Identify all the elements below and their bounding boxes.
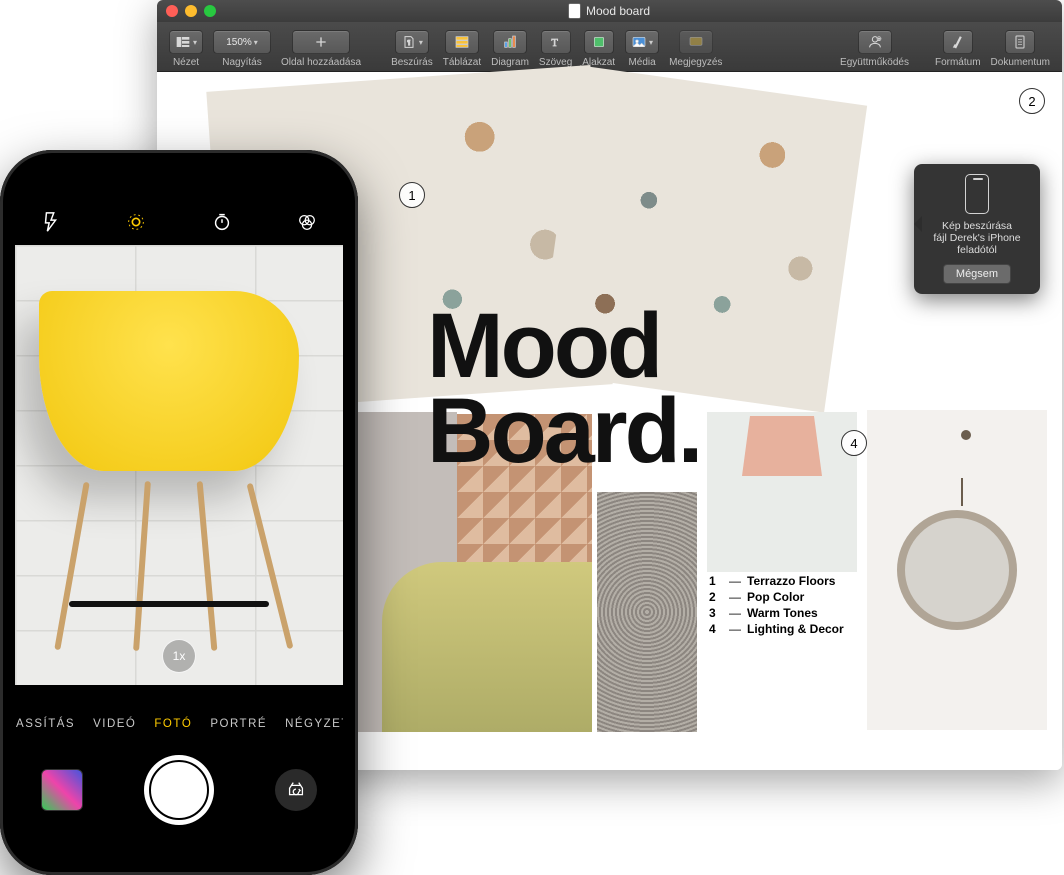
document-icon	[569, 4, 580, 18]
iphone-outline-icon	[965, 174, 989, 214]
live-photo-toggle[interactable]	[124, 210, 148, 234]
toolbar-format[interactable]: Formátum	[931, 30, 985, 68]
marker-4[interactable]: 4	[841, 430, 867, 456]
iphone-device: 1x LASSÍTÁS VIDEÓ FOTÓ PORTRÉ NÉGYZET	[0, 150, 358, 875]
mode-slomo[interactable]: LASSÍTÁS	[15, 718, 75, 730]
document-title-line1: Mood	[427, 304, 700, 389]
toolbar-add-page[interactable]: Oldal hozzáadása	[277, 30, 365, 68]
toolbar-text[interactable]: T Szöveg	[535, 30, 576, 68]
camera-bottom-controls	[15, 742, 343, 838]
toolbar-add-page-label: Oldal hozzáadása	[281, 57, 361, 68]
toolbar-view[interactable]: ▾ Nézet	[165, 30, 207, 68]
toolbar-shape[interactable]: Alakzat	[578, 30, 619, 68]
popover-text-1: Kép beszúrása	[922, 220, 1032, 232]
viewfinder-subject-chair	[29, 291, 329, 651]
toolbar-collaborate-label: Együttműködés	[840, 57, 909, 68]
toolbar-view-label: Nézet	[173, 57, 199, 68]
legend-row: 3—Warm Tones	[709, 606, 844, 620]
toolbar: ▾ Nézet 150%▾ Nagyítás Oldal hozzáadása …	[157, 22, 1062, 72]
timer-toggle[interactable]	[210, 210, 234, 234]
mode-video[interactable]: VIDEÓ	[93, 718, 136, 730]
window-controls	[166, 5, 216, 17]
toolbar-chart[interactable]: Diagram	[487, 30, 533, 68]
toolbar-zoom-label: Nagyítás	[222, 57, 261, 68]
toolbar-document[interactable]: Dokumentum	[987, 30, 1054, 68]
mode-portrait[interactable]: PORTRÉ	[210, 718, 267, 730]
flash-toggle[interactable]	[39, 210, 63, 234]
iphone-screen: 1x LASSÍTÁS VIDEÓ FOTÓ PORTRÉ NÉGYZET	[15, 165, 343, 860]
image-sofa[interactable]	[382, 562, 592, 732]
svg-text:T: T	[551, 38, 558, 49]
marker-1[interactable]: 1	[399, 182, 425, 208]
shutter-button[interactable]	[144, 755, 214, 825]
toolbar-insert[interactable]: ¶▾ Beszúrás	[387, 30, 437, 68]
last-photo-thumbnail[interactable]	[41, 769, 83, 811]
image-fur[interactable]	[597, 492, 697, 732]
marker-2[interactable]: 2	[1019, 88, 1045, 114]
minimize-window-button[interactable]	[185, 5, 197, 17]
svg-text:+: +	[877, 37, 880, 42]
window-title-text: Mood board	[586, 4, 650, 18]
mirror-ring-icon	[897, 510, 1017, 630]
filters-toggle[interactable]	[295, 210, 319, 234]
toolbar-comment-label: Megjegyzés	[669, 57, 722, 68]
legend[interactable]: 1—Terrazzo Floors 2—Pop Color 3—Warm Ton…	[709, 572, 844, 638]
window-titlebar[interactable]: Mood board	[157, 0, 1062, 22]
toolbar-chart-label: Diagram	[491, 57, 529, 68]
zoom-level-button[interactable]: 1x	[162, 639, 196, 673]
toolbar-media[interactable]: ▾ Média	[621, 30, 663, 68]
image-lamp[interactable]	[707, 412, 857, 572]
mirror-hook-icon	[961, 430, 971, 440]
zoom-window-button[interactable]	[204, 5, 216, 17]
popover-text-2: fájl Derek's iPhone	[922, 232, 1032, 244]
toolbar-comment[interactable]: Megjegyzés	[665, 30, 726, 68]
legend-row: 4—Lighting & Decor	[709, 622, 844, 636]
camera-flip-button[interactable]	[275, 769, 317, 811]
camera-viewfinder[interactable]: 1x	[15, 245, 343, 685]
close-window-button[interactable]	[166, 5, 178, 17]
mode-photo[interactable]: FOTÓ	[154, 718, 192, 730]
image-mirror[interactable]	[867, 410, 1047, 730]
toolbar-insert-label: Beszúrás	[391, 57, 433, 68]
toolbar-zoom[interactable]: 150%▾ Nagyítás	[209, 30, 275, 68]
popover-text-3: feladótól	[922, 244, 1032, 256]
mode-square[interactable]: NÉGYZET	[285, 718, 343, 730]
toolbar-table-label: Táblázat	[443, 57, 481, 68]
document-title[interactable]: Mood Board.	[427, 304, 700, 473]
document-title-line2: Board.	[427, 389, 700, 474]
camera-mode-selector[interactable]: LASSÍTÁS VIDEÓ FOTÓ PORTRÉ NÉGYZET	[15, 718, 343, 730]
svg-text:¶: ¶	[407, 40, 411, 47]
legend-row: 1—Terrazzo Floors	[709, 574, 844, 588]
toolbar-collaborate[interactable]: + Együttműködés	[836, 30, 913, 68]
insert-from-iphone-popover: Kép beszúrása fájl Derek's iPhone feladó…	[914, 164, 1040, 294]
toolbar-media-label: Média	[628, 57, 655, 68]
toolbar-document-label: Dokumentum	[991, 57, 1050, 68]
legend-row: 2—Pop Color	[709, 590, 844, 604]
popover-cancel-button[interactable]: Mégsem	[943, 264, 1011, 284]
iphone-notch	[99, 165, 259, 193]
zoom-value: 150%	[226, 37, 252, 48]
window-title: Mood board	[157, 4, 1062, 18]
toolbar-table[interactable]: Táblázat	[439, 30, 485, 68]
toolbar-format-label: Formátum	[935, 57, 981, 68]
